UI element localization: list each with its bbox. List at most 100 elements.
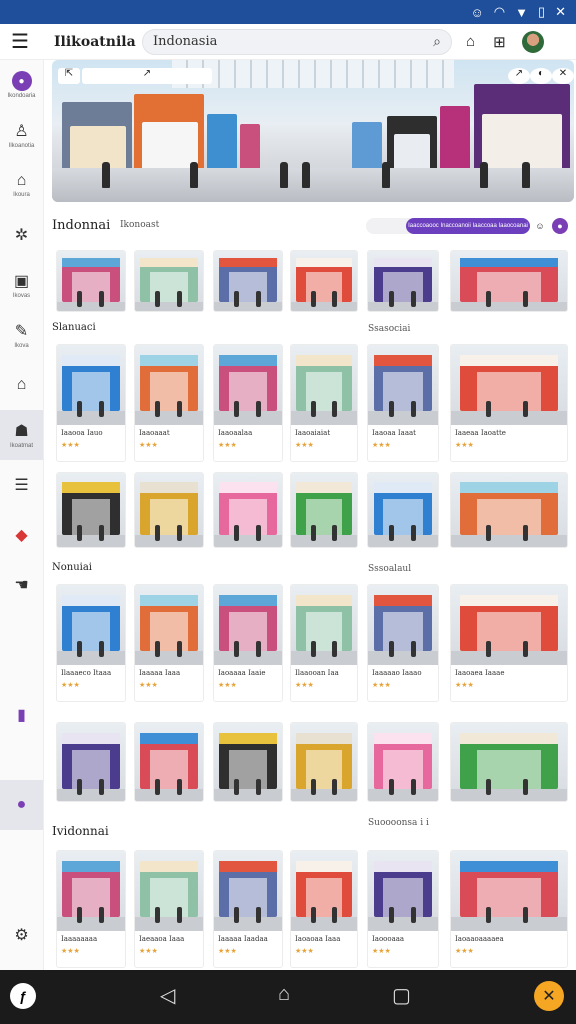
store-card[interactable]: Ilaaaeco Itaaa ★★★ xyxy=(56,584,126,702)
store-card[interactable]: Iaaaaao Iaaao ★★★ xyxy=(367,584,439,702)
store-card[interactable] xyxy=(56,250,126,312)
store-card[interactable] xyxy=(290,722,358,802)
store-card[interactable] xyxy=(56,722,126,802)
hero-badge-left2[interactable]: ↗ xyxy=(82,68,212,84)
store-thumbnail xyxy=(368,345,438,425)
store-card[interactable] xyxy=(56,472,126,548)
sidebar-item-group[interactable]: ☗ Ikoatmat xyxy=(0,410,43,460)
store-card[interactable]: Iaaeaa Iaoatte ★★★ xyxy=(450,344,568,462)
store-card[interactable]: Iaaoaiaiat ★★★ xyxy=(290,344,358,462)
store-thumbnail xyxy=(214,251,282,311)
avatar[interactable] xyxy=(521,30,544,53)
sidebar-item-hand[interactable]: ☚ xyxy=(0,560,43,610)
store-card[interactable]: Ilaaooan Iaa ★★★ xyxy=(290,584,358,702)
hero-banner[interactable]: ⇱ ↗ ↗ ◐ ✕ xyxy=(52,60,574,202)
store-card-title: Iaaeaa Iaoatte xyxy=(455,429,506,437)
store-card-title: Iaeaaoa Iaaa xyxy=(139,935,185,943)
sidebar-item-book[interactable]: ▣ Ikovas xyxy=(0,260,43,310)
store-card[interactable] xyxy=(290,472,358,548)
cap-icon: ⌂ xyxy=(16,172,27,189)
search-bar[interactable]: ⌕ xyxy=(142,28,452,55)
hero-badge-right3[interactable]: ✕ xyxy=(552,68,574,84)
store-card[interactable]: Iaoooaaa ★★★ xyxy=(367,850,439,968)
sidebar-item-red[interactable]: ◆ xyxy=(0,510,43,560)
store-card-title: Iaaaaa Iaaa xyxy=(139,669,181,677)
store-card[interactable] xyxy=(134,472,204,548)
purple-action-icon[interactable]: ● xyxy=(552,218,568,234)
store-thumbnail xyxy=(368,723,438,801)
store-card[interactable]: Iaaaaa Iaadaa ★★★ xyxy=(213,850,283,968)
store-card[interactable] xyxy=(290,250,358,312)
search-icon[interactable]: ⌕ xyxy=(433,33,441,50)
store-card[interactable]: Iaaaaaaaa ★★★ xyxy=(56,850,126,968)
close-fab-icon[interactable]: ✕ xyxy=(534,981,564,1011)
store-card[interactable]: Iaoaoaa Iaaa ★★★ xyxy=(290,850,358,968)
group-icon: ☗ xyxy=(14,423,29,440)
store-card[interactable]: Iaoaaaa Iaaie ★★★ xyxy=(213,584,283,702)
store-card[interactable]: Iaaaaa Iaaa ★★★ xyxy=(134,584,204,702)
store-card[interactable] xyxy=(450,722,568,802)
store-card[interactable]: Iaaoaea Iaaae ★★★ xyxy=(450,584,568,702)
store-thumbnail xyxy=(214,473,282,547)
star-rating: ★★★ xyxy=(372,948,391,955)
store-thumbnail xyxy=(291,585,357,665)
store-card[interactable] xyxy=(367,250,439,312)
sidebar-item-pen[interactable]: ✎ Ikova xyxy=(0,310,43,360)
store-thumbnail xyxy=(291,851,357,931)
sidebar-item-doc[interactable]: ▮ xyxy=(0,690,43,740)
store-card[interactable] xyxy=(213,722,283,802)
store-card[interactable]: Iaaoaa Iaaat ★★★ xyxy=(367,344,439,462)
store-card[interactable] xyxy=(134,722,204,802)
store-card[interactable]: Iaeaaoa Iaaa ★★★ xyxy=(134,850,204,968)
close-icon[interactable]: ✕ xyxy=(555,4,566,20)
home-nav-icon[interactable]: ⌂ xyxy=(278,983,290,1006)
store-card-title: Iaaoaea Iaaae xyxy=(455,669,505,677)
store-card[interactable]: Iaaoaaat ★★★ xyxy=(134,344,204,462)
store-card[interactable]: Iaaoaalaa ★★★ xyxy=(213,344,283,462)
sidebar-item-label: Ikova xyxy=(14,343,29,349)
sidebar-item-profile[interactable]: ♙ Ilkoanotia xyxy=(0,110,43,160)
store-card-title: Iaaoaalaa xyxy=(218,429,253,437)
store-card[interactable] xyxy=(213,250,283,312)
store-card[interactable] xyxy=(367,472,439,548)
filter-button[interactable]: Iaaccoaooc Inaccoanoii Iaaccoaa Iaaocoan… xyxy=(406,218,530,234)
sidebar-item-home[interactable]: ⌂ xyxy=(0,360,43,410)
sidebar-item-gear[interactable]: ⚙ xyxy=(0,910,43,960)
back-icon[interactable]: ◁ xyxy=(160,983,175,1008)
sidebar: ● Ikondoaria ♙ Ilkoanotia ⌂ Ikoura ✲ ▣ I… xyxy=(0,60,44,970)
hero-badge-right2[interactable]: ◐ xyxy=(530,68,552,84)
store-card[interactable] xyxy=(367,722,439,802)
store-thumbnail xyxy=(135,851,203,931)
menu-icon[interactable]: ☰ xyxy=(0,29,40,54)
store-thumbnail xyxy=(57,473,125,547)
hero-badge-left[interactable]: ⇱ xyxy=(58,68,80,84)
store-card-title: Ilaaaeco Itaaa xyxy=(61,669,112,677)
home-icon[interactable]: ⌂ xyxy=(466,33,475,51)
star-rating: ★★★ xyxy=(61,442,80,449)
store-card[interactable]: Iaoaaoaaaaea ★★★ xyxy=(450,850,568,968)
grid-icon[interactable]: ⊞ xyxy=(493,33,506,51)
store-card[interactable] xyxy=(450,472,568,548)
recents-icon[interactable]: ▢ xyxy=(392,983,411,1008)
sidebar-item-learn[interactable]: ⌂ Ikoura xyxy=(0,160,43,210)
store-card[interactable] xyxy=(213,472,283,548)
store-card[interactable] xyxy=(450,250,568,312)
search-input[interactable] xyxy=(153,34,434,49)
hero-badge-right[interactable]: ↗ xyxy=(508,68,530,84)
store-thumbnail xyxy=(57,345,125,425)
store-thumbnail xyxy=(451,851,567,931)
sidebar-item-settings[interactable]: ✲ xyxy=(0,210,43,260)
sidebar-item-chat[interactable]: ● xyxy=(0,780,43,830)
sidebar-item-logo[interactable]: ● Ikondoaria xyxy=(0,60,43,110)
battery-icon: ▯ xyxy=(537,4,546,19)
pen-app-icon[interactable]: ƒ xyxy=(10,983,36,1009)
star-rating: ★★★ xyxy=(218,442,237,449)
store-card-title: Iaaaaa Iaadaa xyxy=(218,935,268,943)
store-card[interactable]: Iaaooa Iauo ★★★ xyxy=(56,344,126,462)
emoji-icon[interactable]: ☺ xyxy=(532,218,548,234)
store-card[interactable] xyxy=(134,250,204,312)
sidebar-item-list[interactable]: ☰ xyxy=(0,460,43,510)
store-thumbnail xyxy=(368,473,438,547)
store-thumbnail xyxy=(135,345,203,425)
star-rating: ★★★ xyxy=(295,682,314,689)
